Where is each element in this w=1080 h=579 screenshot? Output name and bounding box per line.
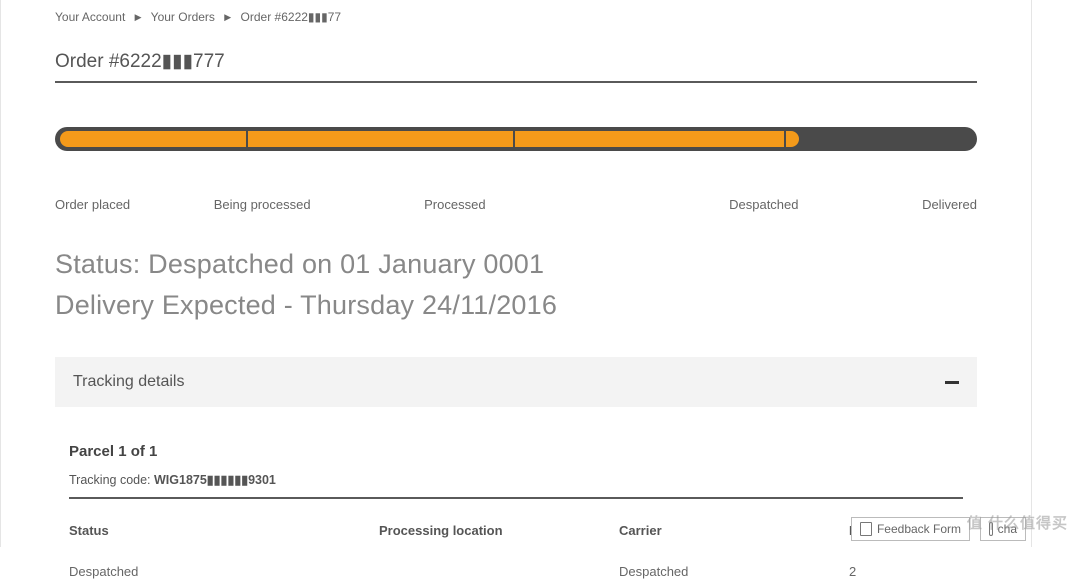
chevron-right-icon: ▶ — [224, 12, 231, 23]
minus-icon — [945, 381, 959, 384]
tracking-table-head: Status Processing location Carrier Date — [69, 523, 963, 538]
progress-label-despatched: Despatched — [729, 197, 798, 212]
tracking-code-value: WIG1875▮▮▮▮▮▮9301 — [154, 473, 276, 487]
progress-label-placed: Order placed — [55, 197, 130, 212]
status-despatched: Status: Despatched on 01 January 0001 — [55, 244, 977, 285]
tracking-code-label: Tracking code: — [69, 473, 154, 487]
tracking-details-label: Tracking details — [73, 373, 184, 391]
cell-status: Despatched — [69, 564, 379, 579]
breadcrumb-current: Order #6222▮▮▮77 — [241, 10, 342, 24]
breadcrumb: Your Account ▶ Your Orders ▶ Order #6222… — [55, 8, 977, 50]
progress-label-processed: Processed — [424, 197, 485, 212]
breadcrumb-account-link[interactable]: Your Account — [55, 10, 125, 24]
cell-carrier: Despatched — [619, 564, 849, 579]
progress-labels: Order placed Being processed Processed D… — [55, 197, 977, 212]
table-row: Despatched Despatched 2 — [69, 564, 963, 579]
col-header-location: Processing location — [379, 523, 619, 538]
chevron-right-icon: ▶ — [135, 12, 142, 23]
parcel-title: Parcel 1 of 1 — [69, 443, 963, 460]
cell-location — [379, 564, 619, 579]
document-icon — [860, 522, 872, 536]
page-title: Order #6222▮▮▮777 — [55, 50, 977, 83]
breadcrumb-orders-link[interactable]: Your Orders — [151, 10, 215, 24]
tracking-code: Tracking code: WIG1875▮▮▮▮▮▮9301 — [69, 472, 963, 499]
order-progress: Order placed Being processed Processed D… — [55, 127, 977, 212]
tracking-details-toggle[interactable]: Tracking details — [55, 357, 977, 407]
status-block: Status: Despatched on 01 January 0001 De… — [55, 244, 977, 325]
parcel-block: Parcel 1 of 1 Tracking code: WIG1875▮▮▮▮… — [55, 443, 977, 579]
progress-track — [55, 127, 977, 151]
col-header-status: Status — [69, 523, 379, 538]
feedback-form-button[interactable]: Feedback Form — [851, 517, 970, 541]
progress-label-processing: Being processed — [214, 197, 311, 212]
col-header-carrier: Carrier — [619, 523, 849, 538]
feedback-label: Feedback Form — [877, 522, 961, 536]
progress-label-delivered: Delivered — [922, 197, 977, 212]
status-delivery-expected: Delivery Expected - Thursday 24/11/2016 — [55, 285, 977, 326]
cell-date: 2 — [849, 564, 963, 579]
progress-fill — [60, 131, 799, 147]
watermark: 值 什么值得买 — [967, 512, 1068, 533]
